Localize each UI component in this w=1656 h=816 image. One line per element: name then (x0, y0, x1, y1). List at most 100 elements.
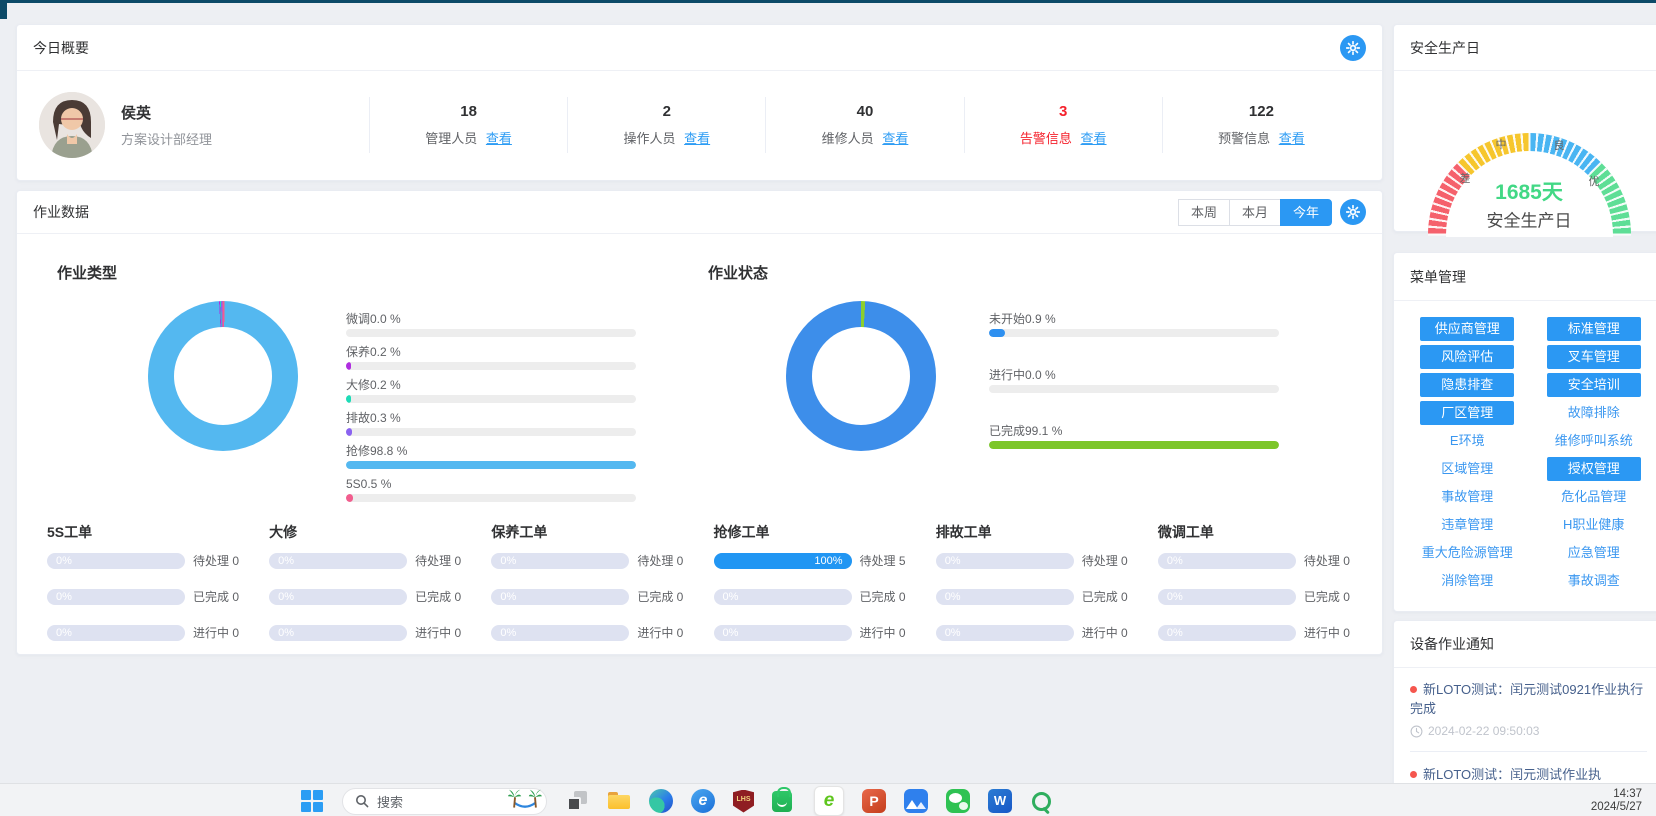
menu-item[interactable]: 风险评估 (1420, 345, 1514, 369)
work-order-row: 100% 待处理 5 (714, 552, 908, 569)
legend-bar-fill (346, 428, 352, 436)
taskbar-date: 2024/5/27 (1591, 801, 1642, 814)
view-link[interactable]: 查看 (486, 131, 512, 146)
avatar[interactable] (39, 92, 105, 158)
progress-percent: 0% (56, 627, 72, 639)
period-tabs: 本周本月今年 (1179, 199, 1332, 226)
legend-row: 抢修98.8 % (346, 444, 636, 469)
menu-cell: 危化品管理 (1531, 483, 1656, 511)
menu-item[interactable]: 供应商管理 (1420, 317, 1514, 341)
overview-settings-button[interactable] (1340, 35, 1366, 61)
window-top-left-notch (0, 3, 7, 19)
work-order-row-label: 进行中 0 (193, 624, 239, 641)
progress-percent: 0% (500, 627, 516, 639)
view-link[interactable]: 查看 (1081, 131, 1107, 146)
edge-browser-icon[interactable] (649, 789, 673, 813)
menu-item[interactable]: 违章管理 (1441, 513, 1493, 537)
legend-bar-track (989, 441, 1279, 449)
task-view-icon[interactable] (565, 789, 589, 813)
progress-pill: 0% (269, 553, 407, 569)
work-order-card-title: 5S工单 (47, 522, 241, 542)
view-link[interactable]: 查看 (684, 131, 710, 146)
work-order-row-label: 已完成 0 (415, 588, 461, 605)
work-order-row-label: 待处理 0 (1304, 552, 1350, 569)
menu-cell: 叉车管理 (1531, 343, 1656, 371)
notice-item[interactable]: 新LOTO测试：闰元测试作业执 (1410, 765, 1647, 784)
menu-item[interactable]: 厂区管理 (1420, 401, 1514, 425)
search-daily-image[interactable] (508, 789, 542, 813)
menu-cell: 维修呼叫系统 (1531, 427, 1656, 455)
period-tab[interactable]: 本月 (1229, 199, 1281, 226)
wechat-icon[interactable] (946, 789, 970, 813)
work-order-row-label: 已完成 0 (637, 588, 683, 605)
legend-row: 5S0.5 % (346, 477, 636, 502)
menu-item[interactable]: 隐患排查 (1420, 373, 1514, 397)
menu-cell: 区域管理 (1404, 455, 1531, 483)
progress-pill: 100% (714, 553, 852, 569)
menu-item[interactable]: 应急管理 (1568, 541, 1620, 565)
menu-item[interactable]: 消除管理 (1441, 569, 1493, 593)
work-order-card-title: 微调工单 (1158, 522, 1352, 542)
progress-pill: 0% (1158, 589, 1296, 605)
safety-days-panel: 安全生产日 差 中 良 优 1685天 安全生产日 (1393, 24, 1656, 232)
magnifier-icon (355, 794, 369, 808)
legend-label: 保养0.2 % (346, 345, 636, 359)
menu-item[interactable]: 叉车管理 (1547, 345, 1641, 369)
taskbar-search-box[interactable]: 搜索 (342, 788, 547, 815)
menu-item[interactable]: 区域管理 (1441, 457, 1493, 481)
menu-item[interactable]: 危化品管理 (1561, 485, 1626, 509)
word-icon[interactable]: W (988, 789, 1012, 813)
progress-pill: 0% (269, 589, 407, 605)
menu-item[interactable]: H职业健康 (1563, 513, 1624, 537)
magnifier-tool-icon[interactable] (1030, 791, 1052, 813)
app-store-icon[interactable] (772, 789, 796, 813)
windows-start-button[interactable] (300, 789, 324, 813)
stat-label: 操作人员 (623, 131, 675, 146)
file-explorer-icon[interactable] (607, 789, 631, 813)
work-order-row: 0% 进行中 0 (936, 624, 1130, 641)
progress-pill: 0% (1158, 625, 1296, 641)
view-link[interactable]: 查看 (882, 131, 908, 146)
legend-row: 排故0.3 % (346, 411, 636, 436)
work-order-row: 0% 已完成 0 (47, 588, 241, 605)
work-order-card: 5S工单 0% 待处理 0 (33, 522, 255, 660)
menu-item[interactable]: 故障排除 (1568, 401, 1620, 425)
progress-percent: 0% (1167, 555, 1183, 567)
today-overview-panel: 今日概要 侯英 (16, 24, 1383, 181)
powerpoint-icon[interactable]: P (862, 789, 886, 813)
ie-browser-icon[interactable]: e (691, 789, 715, 813)
legend-label: 微调0.0 % (346, 312, 636, 326)
menu-item[interactable]: 标准管理 (1547, 317, 1641, 341)
mountain-browser-icon[interactable] (904, 789, 928, 813)
notice-text-line: 新LOTO测试：闰元测试作业执 (1410, 765, 1647, 784)
notice-item[interactable]: 新LOTO测试：闰元测试0921作业执行完成 2024-02-22 09:50:… (1410, 680, 1647, 738)
progress-pill: 0% (714, 625, 852, 641)
menu-item[interactable]: 事故管理 (1441, 485, 1493, 509)
progress-pill: 0% (491, 589, 629, 605)
work-order-row: 0% 待处理 0 (269, 552, 463, 569)
legend-row: 大修0.2 % (346, 378, 636, 403)
progress-percent: 0% (500, 555, 516, 567)
lhs-app-icon[interactable]: LHS (733, 790, 754, 813)
work-order-row: 0% 待处理 0 (936, 552, 1130, 569)
view-link[interactable]: 查看 (1279, 131, 1305, 146)
work-order-row-label: 待处理 0 (193, 552, 239, 569)
period-tab[interactable]: 本周 (1178, 199, 1230, 226)
menu-item[interactable]: 授权管理 (1547, 457, 1641, 481)
legend-bar-fill (346, 494, 353, 502)
menu-item[interactable]: 重大危险源管理 (1422, 541, 1513, 565)
panel-title-overview: 今日概要 (33, 38, 89, 58)
jobs-settings-button[interactable] (1340, 199, 1366, 225)
menu-item[interactable]: 事故调查 (1568, 569, 1620, 593)
period-tab[interactable]: 今年 (1280, 199, 1332, 226)
progress-percent: 0% (945, 627, 961, 639)
menu-item[interactable]: 维修呼叫系统 (1555, 429, 1633, 453)
menu-item[interactable]: E环境 (1450, 429, 1485, 453)
menu-item[interactable]: 安全培训 (1547, 373, 1641, 397)
taskbar-clock[interactable]: 14:37 2024/5/27 (1591, 788, 1642, 814)
job-status-donut-chart (786, 301, 936, 451)
legend-bar-fill (989, 329, 1005, 337)
window-top-border (0, 0, 1656, 3)
legend-row: 保养0.2 % (346, 345, 636, 370)
browser-360-active-icon[interactable]: e (814, 786, 844, 816)
